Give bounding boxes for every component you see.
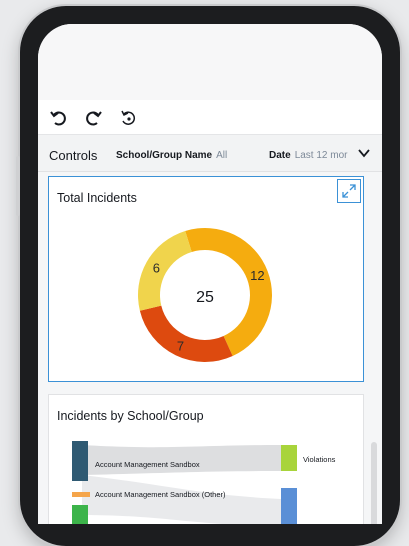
phone-side-button — [16, 156, 20, 216]
sankey-source-label: Account Management Sandbox (Other) — [95, 490, 226, 499]
reset-icon[interactable] — [118, 108, 138, 128]
sankey-link — [82, 475, 281, 524]
total-incidents-donut: 12 7 6 25 — [138, 228, 272, 362]
sankey-source-node — [72, 505, 88, 524]
donut-slice-label: 7 — [177, 338, 184, 353]
filter-date-name: Date — [269, 150, 291, 161]
donut-slice-label: 12 — [250, 268, 264, 283]
filter-school-group-value: All — [216, 150, 228, 161]
app-screen: Controls School/Group Name All Date Last 1… — [38, 24, 382, 524]
filter-date-value: Last 12 mor — [294, 150, 348, 161]
controls-label: Controls — [49, 148, 98, 163]
donut-slice-label: 6 — [153, 260, 160, 275]
incidents-by-school-card: Incidents by School/Group Account Manage… — [48, 394, 364, 524]
app-header-area — [38, 24, 382, 100]
redo-icon[interactable] — [83, 108, 103, 128]
sankey-source-label: Account Management Sandbox — [95, 460, 200, 469]
sankey-source-node — [72, 441, 88, 481]
sankey-target-node — [281, 488, 297, 524]
history-toolbar — [38, 100, 382, 135]
donut-slice[interactable] — [138, 230, 192, 311]
total-incidents-card: Total Incidents 12 7 6 25 — [48, 176, 364, 382]
donut-slice[interactable] — [139, 305, 233, 362]
sankey-target-node — [281, 445, 297, 471]
incidents-sankey: Account Management Sandbox Account Manag… — [72, 441, 336, 524]
filter-school-group-name: School/Group Name — [116, 150, 213, 161]
controls-bar: Controls School/Group Name All Date Last 1… — [38, 135, 382, 172]
donut-center-value: 25 — [196, 289, 214, 306]
undo-icon[interactable] — [49, 108, 69, 128]
filter-date[interactable]: Date Last 12 mor — [269, 150, 348, 161]
filter-school-group[interactable]: School/Group Name All — [116, 150, 227, 161]
chevron-down-icon[interactable] — [358, 148, 370, 158]
sankey-source-node — [72, 492, 90, 497]
sankey-target-label: Violations — [303, 455, 336, 464]
